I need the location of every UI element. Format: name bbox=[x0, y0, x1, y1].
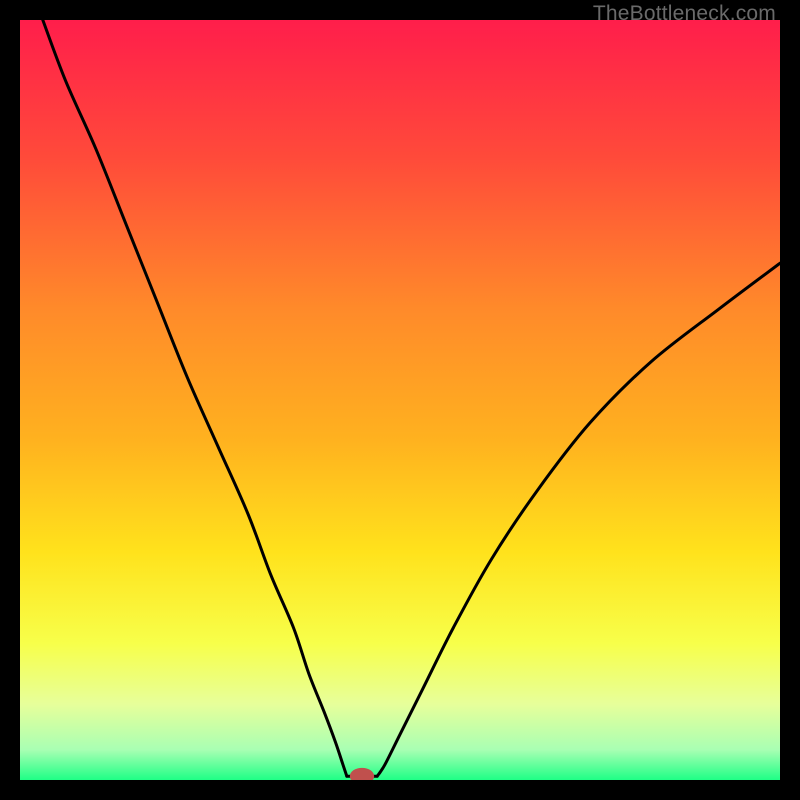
chart-svg bbox=[20, 20, 780, 780]
plot-area bbox=[20, 20, 780, 780]
gradient-background bbox=[20, 20, 780, 780]
watermark-text: TheBottleneck.com bbox=[593, 2, 776, 26]
chart-frame: TheBottleneck.com bbox=[0, 0, 800, 800]
